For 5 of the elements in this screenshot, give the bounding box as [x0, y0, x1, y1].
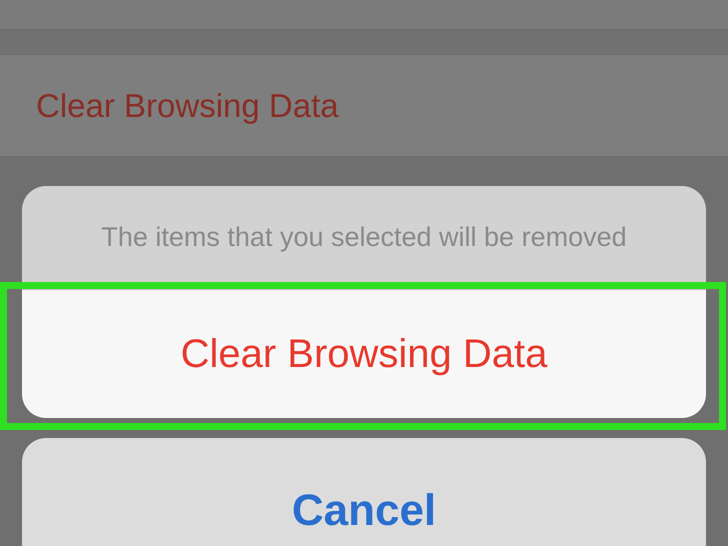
row-label: Clear Browsing Data — [36, 86, 339, 126]
clear-data-button[interactable]: Clear Browsing Data — [22, 290, 706, 418]
list-row[interactable]: Clear Browsing Data — [0, 54, 728, 157]
cancel-button[interactable]: Cancel — [22, 438, 706, 546]
sheet-message: The items that you selected will be removed — [22, 186, 706, 290]
